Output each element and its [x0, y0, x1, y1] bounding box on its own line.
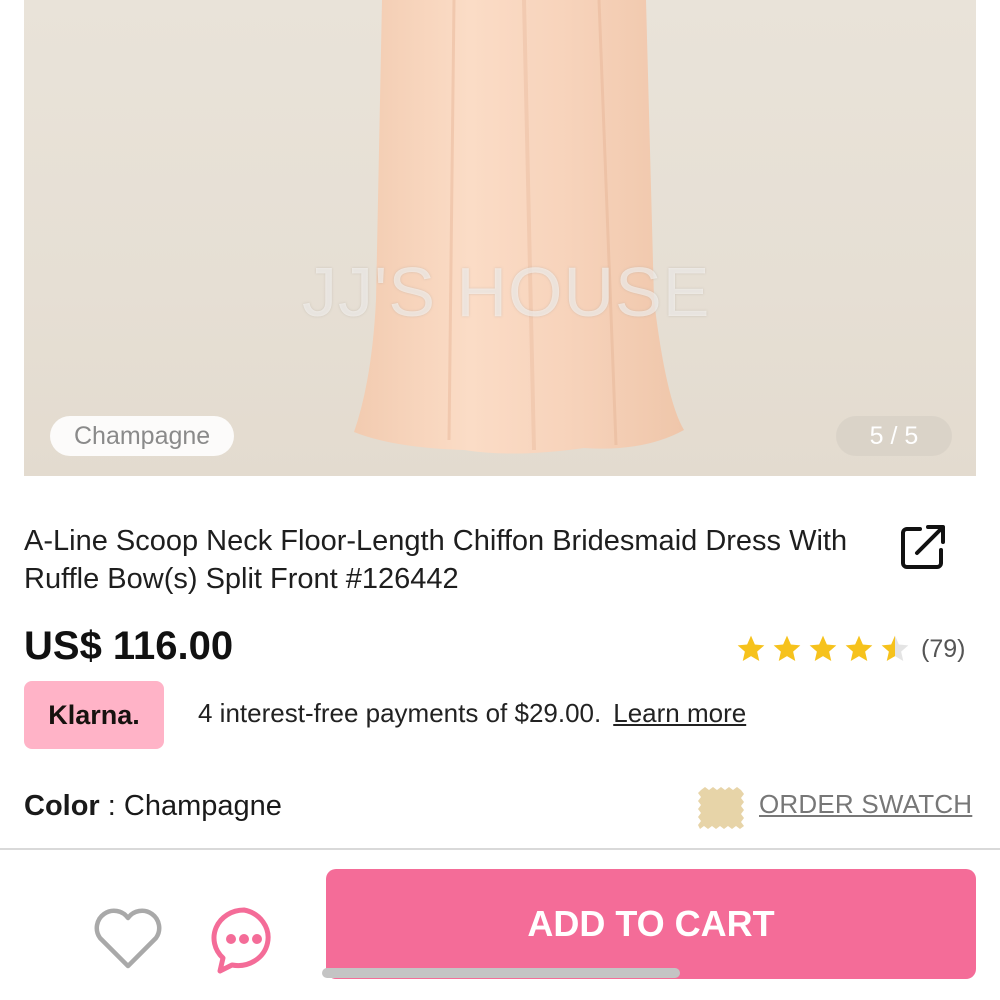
rating-stars	[735, 633, 915, 665]
half-star-icon	[881, 635, 909, 661]
chat-icon[interactable]	[208, 905, 280, 975]
star-icon	[773, 635, 801, 661]
color-separator: :	[99, 790, 124, 822]
divider	[0, 848, 1000, 850]
image-color-label: Champagne	[50, 416, 235, 456]
product-price: US$ 116.00	[24, 624, 234, 668]
klarna-message: 4 interest-free payments of $29.00. Learn…	[198, 698, 746, 729]
product-image	[354, 0, 684, 454]
product-title: A-Line Scoop Neck Floor-Length Chiffon B…	[24, 525, 848, 595]
product-image-gallery[interactable]: JJ'S HOUSE Champagne 5 / 5	[24, 0, 976, 476]
review-count[interactable]: (79)	[921, 635, 965, 664]
image-counter: 5 / 5	[836, 416, 952, 456]
color-selection: Color : Champagne	[24, 790, 282, 823]
fabric-swatch-icon	[698, 787, 744, 829]
star-icon	[845, 635, 873, 661]
klarna-logo: Klarna.	[24, 681, 164, 749]
color-label: Color	[24, 790, 100, 822]
share-icon[interactable]	[898, 522, 948, 572]
klarna-payment-info: 4 interest-free payments of $29.00.	[198, 698, 602, 728]
home-indicator	[322, 968, 680, 978]
heart-icon[interactable]	[92, 906, 164, 972]
color-value: Champagne	[123, 790, 282, 822]
add-to-cart-button[interactable]: ADD TO CART	[326, 869, 976, 979]
product-rating[interactable]: (79)	[735, 632, 965, 666]
learn-more-link[interactable]: Learn more	[613, 698, 746, 728]
star-icon	[809, 635, 837, 661]
star-icon	[737, 635, 765, 661]
brand-watermark: JJ'S HOUSE	[302, 253, 711, 331]
order-swatch-link[interactable]: ORDER SWATCH	[759, 789, 972, 820]
